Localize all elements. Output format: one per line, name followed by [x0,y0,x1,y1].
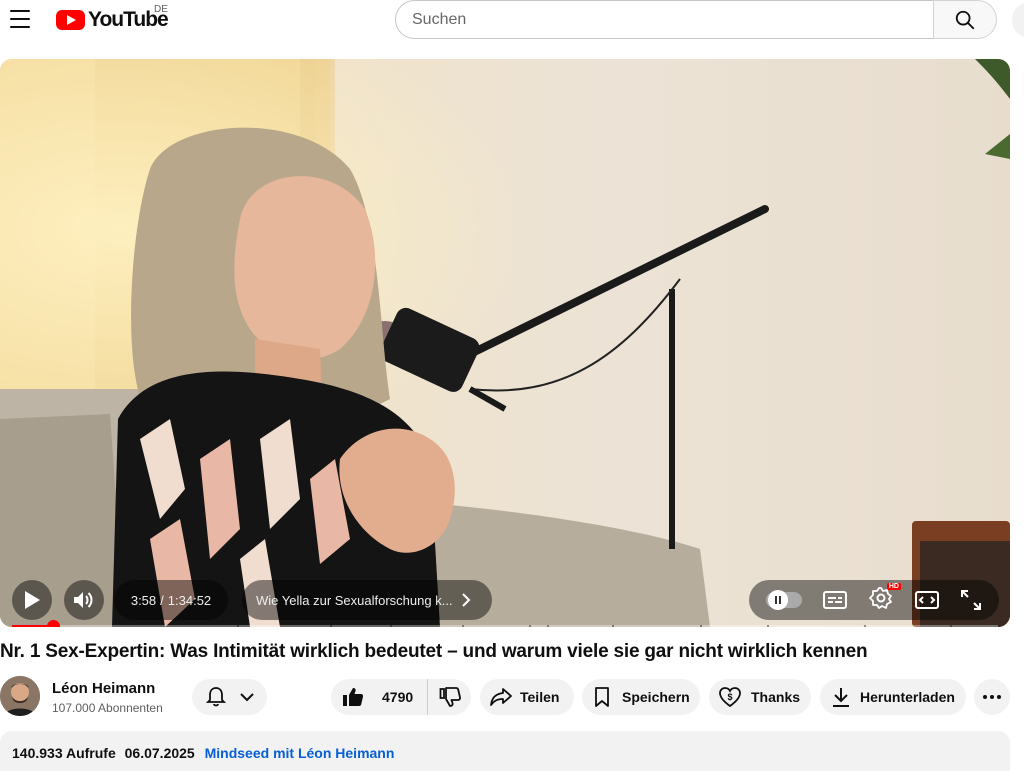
menu-icon[interactable] [10,10,30,28]
video-title: Nr. 1 Sex-Expertin: Was Intimität wirkli… [0,641,868,662]
autoplay-toggle[interactable] [765,590,802,610]
channel-avatar[interactable] [0,676,40,716]
subscribe-notification-button[interactable] [192,679,267,715]
play-icon [25,591,40,609]
chapter-marker [462,625,464,627]
volume-icon [74,592,93,608]
download-button[interactable]: Herunterladen [820,679,966,715]
thumbs-down-icon [439,687,461,707]
chapter-marker [330,625,332,627]
description-meta: 140.933 Aufrufe 06.07.2025 Mindseed mit … [12,745,394,761]
video-player[interactable]: 3:58 / 1:34:52 Wie Yella zur Sexualforsc… [0,59,1010,627]
play-button[interactable] [12,580,52,620]
right-controls: HD [749,580,999,620]
chapter-marker [529,625,531,627]
autoplay-pause-icon [767,590,788,610]
search-bar [395,0,997,39]
heart-dollar-icon: $ [719,687,741,707]
more-actions-button[interactable] [974,679,1010,715]
chevron-down-icon [239,693,254,702]
save-label: Speichern [622,689,690,705]
subscriber-count: 107.000 Abonnenten [52,701,163,715]
chevron-right-icon [461,593,470,607]
header-action-edge[interactable] [1012,2,1024,38]
theater-mode-icon[interactable] [914,590,939,610]
thanks-button[interactable]: $ Thanks [709,679,811,715]
save-button[interactable]: Speichern [582,679,700,715]
scrubber-handle[interactable] [47,620,60,627]
chapter-marker [700,625,702,627]
chapter-marker [237,625,239,627]
youtube-play-icon [56,10,85,30]
time-current: 3:58 [130,592,157,608]
like-count: 4790 [382,689,414,705]
search-input[interactable] [395,0,933,39]
country-code: DE [154,4,168,15]
chapter-marker [950,625,952,627]
chapter-button[interactable]: Wie Yella zur Sexualforschung k... [242,580,492,620]
thumbs-up-icon [343,688,364,706]
progress-bar[interactable] [12,620,998,627]
description-box[interactable]: 140.933 Aufrufe 06.07.2025 Mindseed mit … [0,731,1010,771]
download-icon [833,688,849,707]
chapter-title: Wie Yella zur Sexualforschung k... [256,592,453,608]
hd-badge: HD [886,582,901,590]
description-tag-link[interactable]: Mindseed mit Léon Heimann [205,745,395,761]
svg-text:$: $ [727,692,732,702]
progress-track [12,625,998,627]
share-label: Teilen [520,689,560,705]
dislike-button[interactable] [428,679,471,715]
like-dislike-group: 4790 [331,679,471,715]
chapter-marker [864,625,866,627]
search-icon [955,10,975,29]
time-display: 3:58 / 1:34:52 [114,580,228,620]
fullscreen-icon[interactable] [960,589,982,611]
chapter-marker [612,625,614,627]
download-label: Herunterladen [860,689,955,705]
subtitles-icon[interactable] [823,590,848,610]
like-button[interactable]: 4790 [331,679,429,715]
thanks-label: Thanks [751,689,801,705]
bell-icon [205,687,226,707]
share-button[interactable]: Teilen [480,679,574,715]
settings-button[interactable]: HD [869,582,901,615]
search-button[interactable] [933,0,997,39]
time-total: 1:34:52 [167,592,212,608]
chapter-marker [390,625,392,627]
time-separator: / [160,592,164,608]
youtube-logo[interactable]: YouTube [56,8,169,32]
channel-name[interactable]: Léon Heimann [52,680,155,697]
chapter-marker [767,625,769,627]
upload-date: 06.07.2025 [124,745,195,761]
bookmark-icon [595,687,609,707]
volume-button[interactable] [64,580,104,620]
masthead: YouTube DE [0,0,1024,40]
share-icon [490,688,512,706]
video-frame [0,59,1010,627]
view-count: 140.933 Aufrufe [12,745,116,761]
more-horizontal-icon [983,695,1001,699]
chapter-marker [547,625,549,627]
